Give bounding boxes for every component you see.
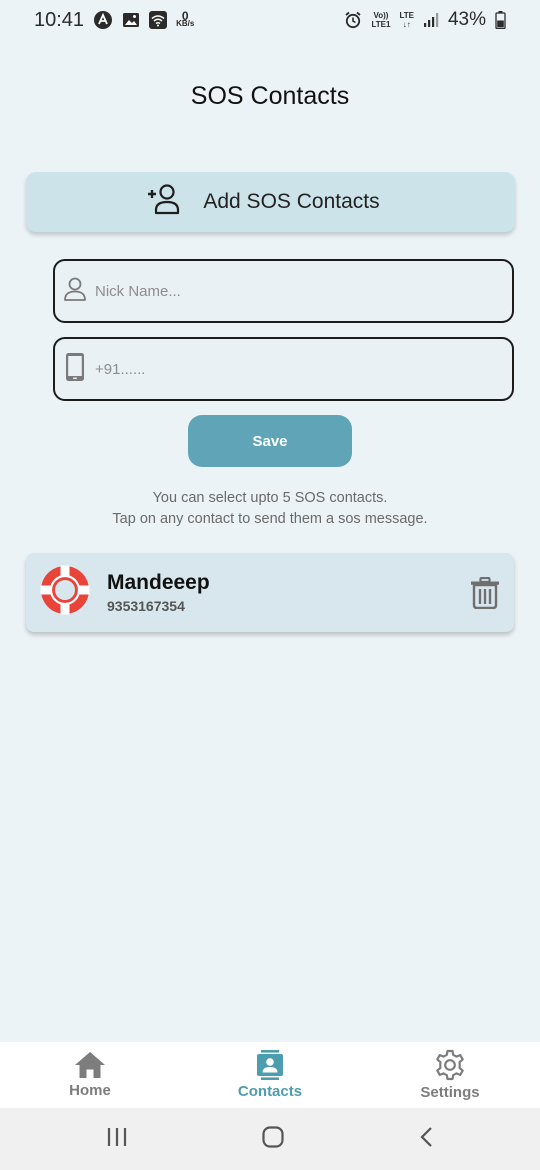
nav-item-settings[interactable]: Settings <box>370 1049 530 1101</box>
home-circle-icon <box>262 1125 284 1148</box>
alarm-icon <box>344 11 362 29</box>
gear-icon <box>436 1049 464 1081</box>
status-bar: 10:41 0 KB/s Vo)) LTE1 LTE ↓↑ 43% <box>0 0 540 40</box>
delete-contact-button[interactable] <box>470 576 500 614</box>
signal-icon <box>423 12 439 28</box>
save-button[interactable]: Save <box>188 415 352 467</box>
recent-apps-icon <box>108 1127 127 1146</box>
bottom-navigation: Home Contacts Settings <box>0 1042 540 1108</box>
add-user-icon <box>148 183 181 221</box>
contact-list-item[interactable]: Mandeeep 9353167354 <box>26 553 514 632</box>
lifebuoy-icon <box>40 565 90 620</box>
app-notification-icon <box>93 10 113 30</box>
nav-label-settings: Settings <box>420 1084 480 1101</box>
hint-text: You can select upto 5 SOS contacts. Tap … <box>0 488 540 530</box>
nav-item-contacts[interactable]: Contacts <box>190 1050 350 1100</box>
back-chevron-icon <box>420 1126 432 1147</box>
contact-info: Mandeeep 9353167354 <box>107 571 210 614</box>
contact-name: Mandeeep <box>107 571 210 594</box>
mobile-phone-icon <box>63 352 87 387</box>
phone-input[interactable] <box>95 360 475 378</box>
person-icon <box>63 276 87 307</box>
nick-name-input[interactable] <box>95 282 475 300</box>
contact-phone: 9353167354 <box>107 598 185 614</box>
nav-item-home[interactable]: Home <box>10 1051 170 1099</box>
network-speed-indicator: 0 KB/s <box>176 10 195 28</box>
recent-apps-button[interactable] <box>106 1127 128 1152</box>
system-navigation-bar <box>0 1108 540 1170</box>
nav-label-contacts: Contacts <box>237 1083 303 1100</box>
status-bar-left: 10:41 0 KB/s <box>34 9 194 32</box>
volte-label: Vo)) <box>373 11 389 20</box>
lte-label: LTE <box>399 11 414 20</box>
home-icon <box>75 1052 105 1078</box>
hint-line-1: You can select upto 5 SOS contacts. <box>152 490 388 506</box>
phone-field[interactable] <box>53 337 514 401</box>
add-sos-contacts-button[interactable]: Add SOS Contacts <box>26 172 515 232</box>
network-speed-unit: KB/s <box>176 19 195 28</box>
nav-label-home: Home <box>69 1082 111 1099</box>
back-button[interactable] <box>418 1126 434 1153</box>
status-time: 10:41 <box>34 8 85 31</box>
battery-percent: 43% <box>447 9 486 30</box>
data-arrows-icon: ↓↑ <box>402 20 411 29</box>
page-title: SOS Contacts <box>190 82 350 110</box>
status-bar-right: Vo)) LTE1 LTE ↓↑ 43% <box>344 9 506 31</box>
add-sos-contacts-label: Add SOS Contacts <box>203 190 380 213</box>
image-notification-icon <box>122 12 140 28</box>
lte-indicator: LTE ↓↑ <box>399 11 414 29</box>
contacts-icon <box>257 1050 283 1080</box>
wifi-icon <box>149 11 168 29</box>
battery-icon <box>495 11 506 29</box>
volte-indicator: Vo)) LTE1 <box>371 11 390 29</box>
hint-line-2: Tap on any contact to send them a sos me… <box>112 511 428 527</box>
home-system-button[interactable] <box>261 1125 285 1154</box>
nick-name-field[interactable] <box>53 259 514 323</box>
lte1-label: LTE1 <box>371 20 391 29</box>
trash-icon <box>471 576 499 610</box>
